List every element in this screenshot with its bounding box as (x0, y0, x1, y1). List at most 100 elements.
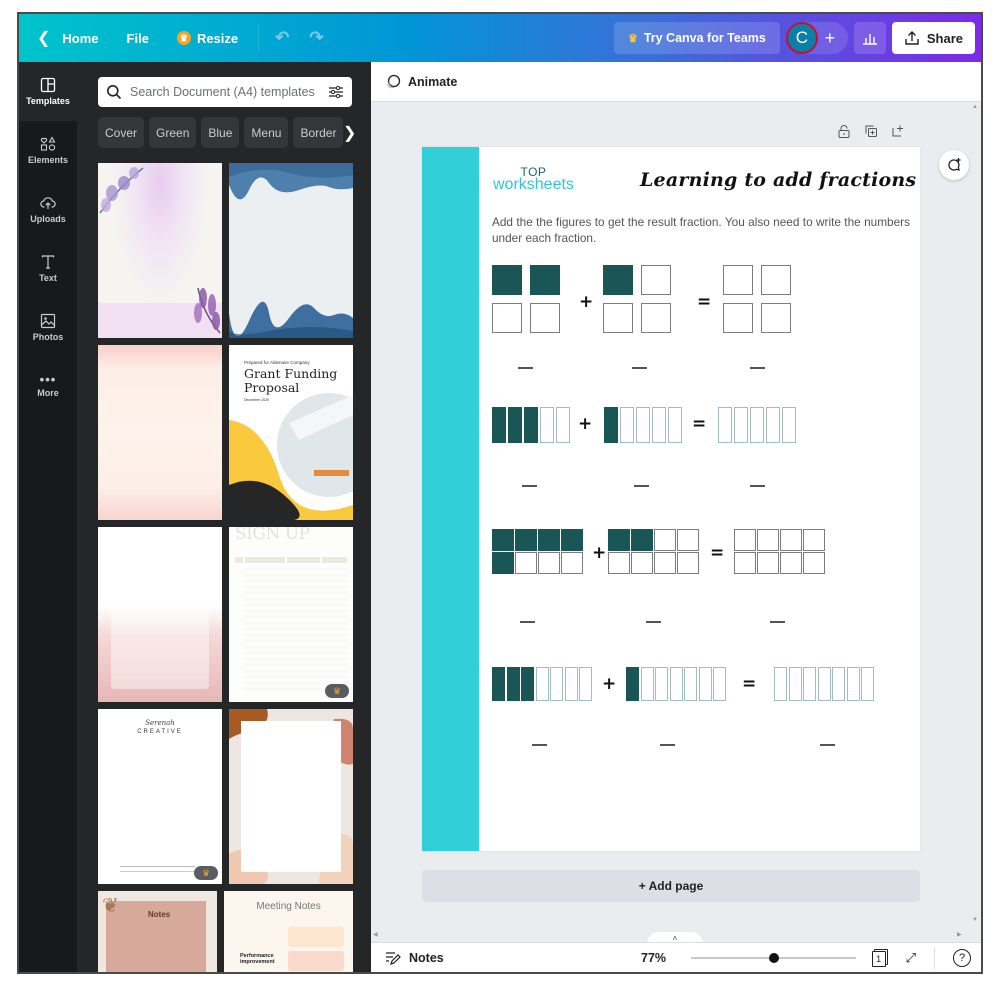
template-title: Meeting Notes (256, 901, 321, 912)
undo-icon[interactable]: ↶ (265, 28, 299, 48)
empty-bar (766, 407, 780, 443)
page-tools (837, 124, 905, 138)
template-card[interactable] (98, 163, 222, 338)
template-card[interactable]: Prepared for Aldenaire Company Grant Fun… (229, 345, 353, 520)
chip-label: Border (300, 125, 337, 140)
empty-cell (492, 303, 522, 333)
template-card[interactable]: ❦ Notes (98, 891, 217, 972)
share-button[interactable]: Share (891, 22, 975, 54)
answer-line (520, 621, 535, 623)
rail-label: More (37, 388, 59, 398)
avatar[interactable]: C (785, 22, 818, 54)
filter-sliders-icon[interactable] (328, 85, 344, 99)
signup-table (235, 557, 347, 690)
answer-line (660, 744, 675, 746)
brand-bottom: worksheets (493, 176, 574, 193)
empty-cell (515, 552, 537, 574)
animate-button[interactable]: Animate (385, 74, 457, 90)
rail-item-more[interactable]: ••• More (19, 357, 77, 416)
zoom-slider[interactable] (691, 953, 856, 963)
vertical-scrollbar[interactable]: ▲ ▼ (970, 102, 981, 942)
rail-item-text[interactable]: Text (19, 239, 77, 298)
filled-cell (515, 529, 537, 551)
resize-button[interactable]: ♛ Resize (163, 21, 252, 55)
chevron-right-icon[interactable]: ❯ (343, 117, 357, 148)
add-collaborator-icon[interactable]: + (818, 28, 842, 49)
zoom-percentage[interactable]: 77% (641, 951, 666, 965)
answer-line (532, 744, 547, 746)
chip-menu[interactable]: Menu (244, 117, 289, 148)
filled-cell (492, 552, 514, 574)
filled-cell (492, 265, 522, 295)
empty-cell (654, 529, 676, 551)
pro-crown-badge: ♛ (194, 866, 218, 880)
template-sub: Performance improvement (240, 953, 275, 965)
share-label: Share (926, 30, 963, 46)
empty-cell (757, 529, 779, 551)
empty-cell (641, 265, 671, 295)
add-page-button[interactable]: + Add page (422, 870, 920, 902)
watercolor-border (229, 163, 353, 338)
crown-icon: ♛ (176, 31, 191, 45)
empty-bar (579, 667, 592, 701)
page-count-button[interactable]: 1 (871, 948, 888, 967)
empty-bar (788, 667, 802, 701)
rail-label: Uploads (30, 214, 66, 224)
template-card[interactable] (229, 163, 353, 338)
try-canva-teams-button[interactable]: ♛ Try Canva for Teams (613, 22, 780, 54)
equals-sign: = (710, 543, 725, 563)
template-card[interactable]: SIGN UP ♛ (229, 527, 353, 702)
fullscreen-icon[interactable]: ⤢ (906, 950, 916, 966)
help-icon[interactable]: ? (953, 948, 971, 967)
design-page[interactable]: TOP worksheets Learning to add fractions… (422, 147, 920, 851)
rail-item-templates[interactable]: Templates (19, 62, 77, 121)
filled-cell (603, 265, 633, 295)
rail-item-photos[interactable]: Photos (19, 298, 77, 357)
template-card[interactable]: Serenah CREATIVE ♛ (98, 709, 222, 884)
empty-cell (538, 552, 560, 574)
chip-cover[interactable]: Cover (98, 117, 145, 148)
zoom-slider-handle[interactable] (768, 953, 779, 963)
chip-green[interactable]: Green (149, 117, 197, 148)
template-card[interactable]: Meeting Notes Performance improvement (224, 891, 353, 972)
empty-cell (654, 552, 676, 574)
duplicate-page-icon[interactable] (864, 124, 878, 138)
file-menu-button[interactable]: File (113, 21, 163, 55)
filled-bar (492, 407, 506, 443)
filled-cell (492, 529, 514, 551)
empty-cell (603, 303, 633, 333)
rail-item-elements[interactable]: Elements (19, 121, 77, 180)
canva-editor-window: ❮ Home File ♛ Resize ↶ ↷ ♛ Try Canva for… (17, 12, 983, 974)
resize-label: Resize (196, 30, 239, 46)
chip-border[interactable]: Border (293, 117, 344, 148)
empty-bar (668, 407, 682, 443)
template-card[interactable] (98, 527, 222, 702)
empty-cell (723, 265, 753, 295)
top-bar: ❮ Home File ♛ Resize ↶ ↷ ♛ Try Canva for… (19, 14, 981, 62)
add-page-label: + Add page (638, 879, 704, 893)
chevron-left-icon: ❮ (37, 30, 51, 47)
rail-item-uploads[interactable]: Uploads (19, 180, 77, 239)
empty-bar (620, 407, 634, 443)
chip-blue[interactable]: Blue (201, 117, 240, 148)
lock-icon[interactable] (837, 124, 851, 138)
page-count: 1 (876, 953, 882, 964)
crown-icon: ♛ (627, 32, 638, 45)
worksheet-title: Learning to add fractions (640, 169, 917, 191)
empty-bar (750, 407, 764, 443)
notes-button[interactable]: Notes (371, 951, 444, 965)
add-page-icon[interactable] (891, 124, 905, 138)
template-card[interactable] (229, 709, 353, 884)
filled-bar (604, 407, 618, 443)
answer-line (634, 485, 649, 487)
template-search-input[interactable]: Search Document (A4) templates (98, 77, 352, 107)
home-button[interactable]: ❮ Home (19, 21, 113, 55)
redo-icon[interactable]: ↷ (299, 28, 333, 48)
filled-cell (561, 529, 583, 551)
template-footer-lines (120, 871, 200, 872)
insights-button[interactable] (853, 22, 886, 54)
template-title: CREATIVE (137, 729, 183, 735)
add-comment-button[interactable] (939, 150, 969, 180)
template-card[interactable] (98, 345, 222, 520)
notes-label: Notes (409, 950, 444, 965)
